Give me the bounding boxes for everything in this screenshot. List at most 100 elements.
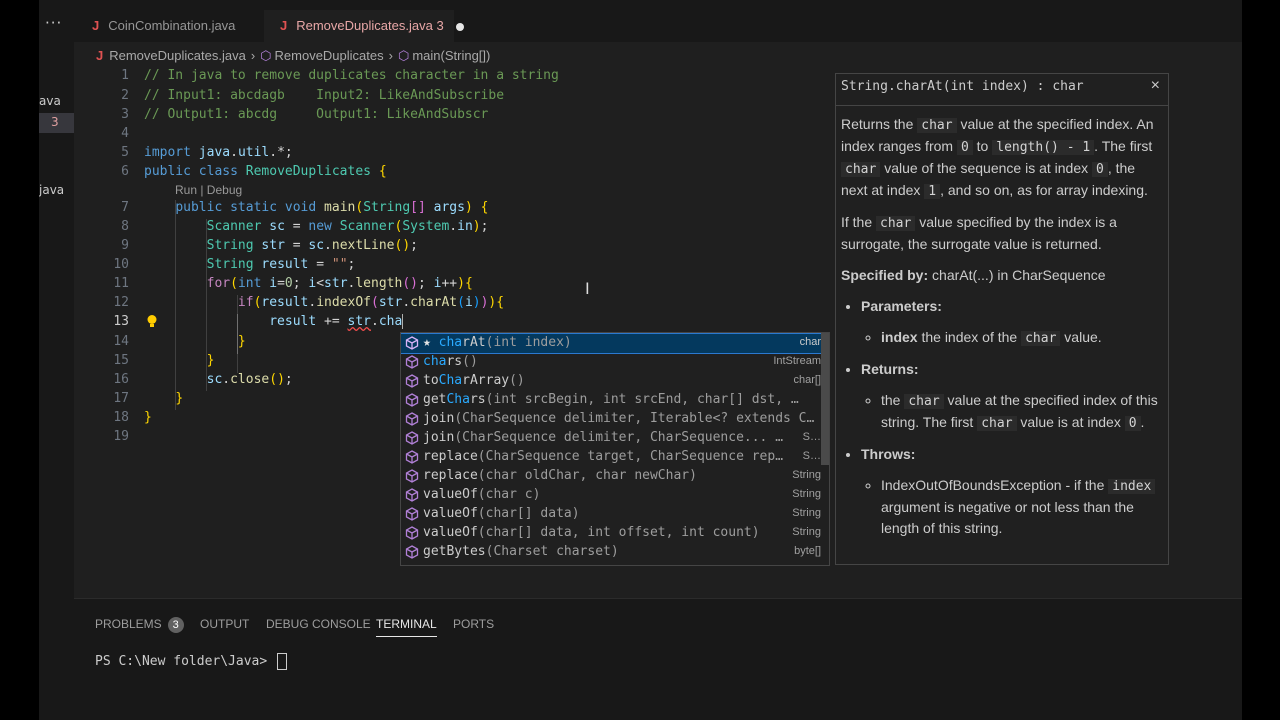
method-signature: String.charAt(int index) : char <box>841 79 1084 94</box>
code-line[interactable]: } <box>144 334 246 349</box>
bottom-panel: PROBLEMS 3 OUTPUT DEBUG CONSOLE TERMINAL … <box>74 598 1242 720</box>
terminal[interactable]: PS C:\New folder\Java> <box>95 653 288 670</box>
code-line[interactable]: // In java to remove duplicates characte… <box>144 68 559 83</box>
suggest-scrollbar[interactable] <box>821 333 829 465</box>
breadcrumb-class[interactable]: RemoveDuplicates <box>275 48 384 63</box>
suggestion-item[interactable]: replace(CharSequence target, CharSequenc… <box>401 448 829 467</box>
suggestion-label: toCharArray() <box>423 373 525 388</box>
code-line[interactable]: if(result.indexOf(str.charAt(i))){ <box>144 295 504 310</box>
tab-coincombination[interactable]: J CoinCombination.java <box>74 10 264 42</box>
suggestion-item[interactable]: getBytes(Charset charset) byte[] <box>401 543 829 562</box>
method-icon <box>405 355 419 369</box>
suggestion-item[interactable]: valueOf(char[] data) String <box>401 505 829 524</box>
suggestion-label: valueOf(char[] data, int offset, int cou… <box>423 525 760 540</box>
explorer-strip: ··· ava 3 java <box>39 0 74 720</box>
breadcrumb-file[interactable]: RemoveDuplicates.java <box>109 48 246 63</box>
line-number-current: 13 <box>113 314 129 329</box>
suggestion-type: S… <box>802 431 821 443</box>
divider <box>836 105 1168 106</box>
codelens-run-debug[interactable]: Run | Debug <box>175 183 242 197</box>
suggestion-item[interactable]: toCharArray() char[] <box>401 372 829 391</box>
suggestion-item[interactable]: join(CharSequence delimiter, CharSequenc… <box>401 429 829 448</box>
code-line[interactable]: // Input1: abcdagb Input2: LikeAndSubscr… <box>144 88 504 103</box>
code-line[interactable]: String str = sc.nextLine(); <box>144 238 418 253</box>
java-file-icon: J <box>92 18 100 33</box>
method-icon <box>405 412 419 426</box>
docs-body: Returns the char value at the specified … <box>841 114 1163 549</box>
suggest-widget: getBytes(Charset charset) byte[] valueOf(c… <box>400 332 830 566</box>
tab-debug-console[interactable]: DEBUG CONSOLE <box>266 617 371 631</box>
text-cursor <box>402 314 404 329</box>
code-line[interactable]: import java.util.*; <box>144 145 293 160</box>
class-icon: ⬡ <box>260 48 272 63</box>
tab-problem-count: 3 <box>436 18 444 33</box>
lightbulb-icon[interactable] <box>145 314 159 328</box>
method-icon: ⬡ <box>397 48 410 63</box>
suggestion-item[interactable]: join(CharSequence delimiter, Iterable<? … <box>401 410 829 429</box>
line-number: 18 <box>113 410 129 425</box>
tab-problems[interactable]: PROBLEMS 3 <box>95 617 184 633</box>
method-icon <box>405 526 419 540</box>
doc-throws: Throws: IndexOutOfBoundsException - if t… <box>861 444 1163 539</box>
code-line[interactable]: } <box>144 391 183 406</box>
line-number: 7 <box>121 200 129 215</box>
unsaved-dot-icon[interactable] <box>455 22 464 31</box>
line-number: 14 <box>113 334 129 349</box>
breadcrumb-method[interactable]: main(String[]) <box>412 48 490 63</box>
line-number: 4 <box>121 126 129 141</box>
suggestion-item[interactable]: replace(char oldChar, char newChar) Strin… <box>401 467 829 486</box>
explorer-item-label: 3 <box>51 115 59 129</box>
problems-count-badge: 3 <box>167 617 184 633</box>
suggestion-item[interactable]: getChars(int srcBegin, int srcEnd, char[… <box>401 391 829 410</box>
code-line[interactable]: String result = ""; <box>144 257 356 272</box>
code-line[interactable]: // Output1: abcdg Output1: LikeAndSubscr <box>144 107 488 122</box>
code-line-current[interactable]: result += str.cha <box>144 314 404 329</box>
line-number: 9 <box>121 238 129 253</box>
tab-ports[interactable]: PORTS <box>453 617 494 631</box>
line-number: 12 <box>113 295 129 310</box>
explorer-item[interactable]: ava <box>39 94 61 108</box>
code-line[interactable]: sc.close(); <box>144 372 293 387</box>
right-letterbox <box>1242 0 1280 720</box>
suggestion-type: byte[] <box>794 545 821 557</box>
line-number: 16 <box>113 372 129 387</box>
star-icon: ★ <box>423 335 439 350</box>
terminal-prompt: PS C:\New folder\Java> <box>95 654 276 669</box>
code-line[interactable]: } <box>144 410 152 425</box>
explorer-item[interactable]: java <box>39 183 64 197</box>
suggestion-item[interactable]: chars() IntStream <box>401 353 829 372</box>
tab-output[interactable]: OUTPUT <box>200 617 249 631</box>
doc-specified-by: Specified by: charAt(...) in CharSequenc… <box>841 267 1106 283</box>
more-actions-icon[interactable]: ··· <box>45 14 62 32</box>
suggestion-item[interactable]: ★ charAt(int index) char <box>401 333 829 354</box>
line-number: 19 <box>113 429 129 444</box>
suggestion-type: String <box>792 488 821 500</box>
line-number: 17 <box>113 391 129 406</box>
terminal-cursor <box>277 653 288 670</box>
suggestion-type: String <box>792 526 821 538</box>
code-line[interactable]: Scanner sc = new Scanner(System.in); <box>144 219 489 234</box>
explorer-item-selected[interactable]: 3 <box>39 113 74 133</box>
code-line[interactable]: public static void main(String[] args) { <box>144 200 488 215</box>
suggestion-label: getBytes(Charset charset) <box>423 544 619 559</box>
breadcrumb: J RemoveDuplicates.java › ⬡ RemoveDuplicates… <box>96 48 491 63</box>
tab-removeduplicates[interactable]: J RemoveDuplicates.java 3 <box>264 10 464 42</box>
suggestion-label: ★ charAt(int index) <box>423 335 572 350</box>
suggestion-label: replace(CharSequence target, CharSequenc… <box>423 449 784 464</box>
java-file-icon: J <box>96 48 104 63</box>
suggestion-label: replace(char oldChar, char newChar) <box>423 468 697 483</box>
code-line[interactable]: for(int i=0; i<str.length(); i++){ <box>144 276 473 291</box>
code-line[interactable]: } <box>144 353 215 368</box>
suggestion-label: valueOf(char[] data) <box>423 506 580 521</box>
doc-parameters: Parameters: index the index of the char … <box>861 296 1163 349</box>
suggestion-item[interactable]: valueOf(char c) String <box>401 486 829 505</box>
suggest-details-widget: String.charAt(int index) : char × Return… <box>835 73 1169 565</box>
tab-label: CoinCombination.java <box>108 18 236 33</box>
code-line[interactable]: public class RemoveDuplicates { <box>144 164 387 179</box>
close-icon[interactable]: × <box>1151 77 1160 95</box>
java-file-icon: J <box>280 18 288 33</box>
suggestion-item[interactable]: valueOf(char[] data, int offset, int cou… <box>401 524 829 543</box>
doc-paragraph: If the char value specified by the index… <box>841 214 1117 252</box>
tab-terminal[interactable]: TERMINAL <box>376 617 437 637</box>
method-icon <box>405 488 419 502</box>
